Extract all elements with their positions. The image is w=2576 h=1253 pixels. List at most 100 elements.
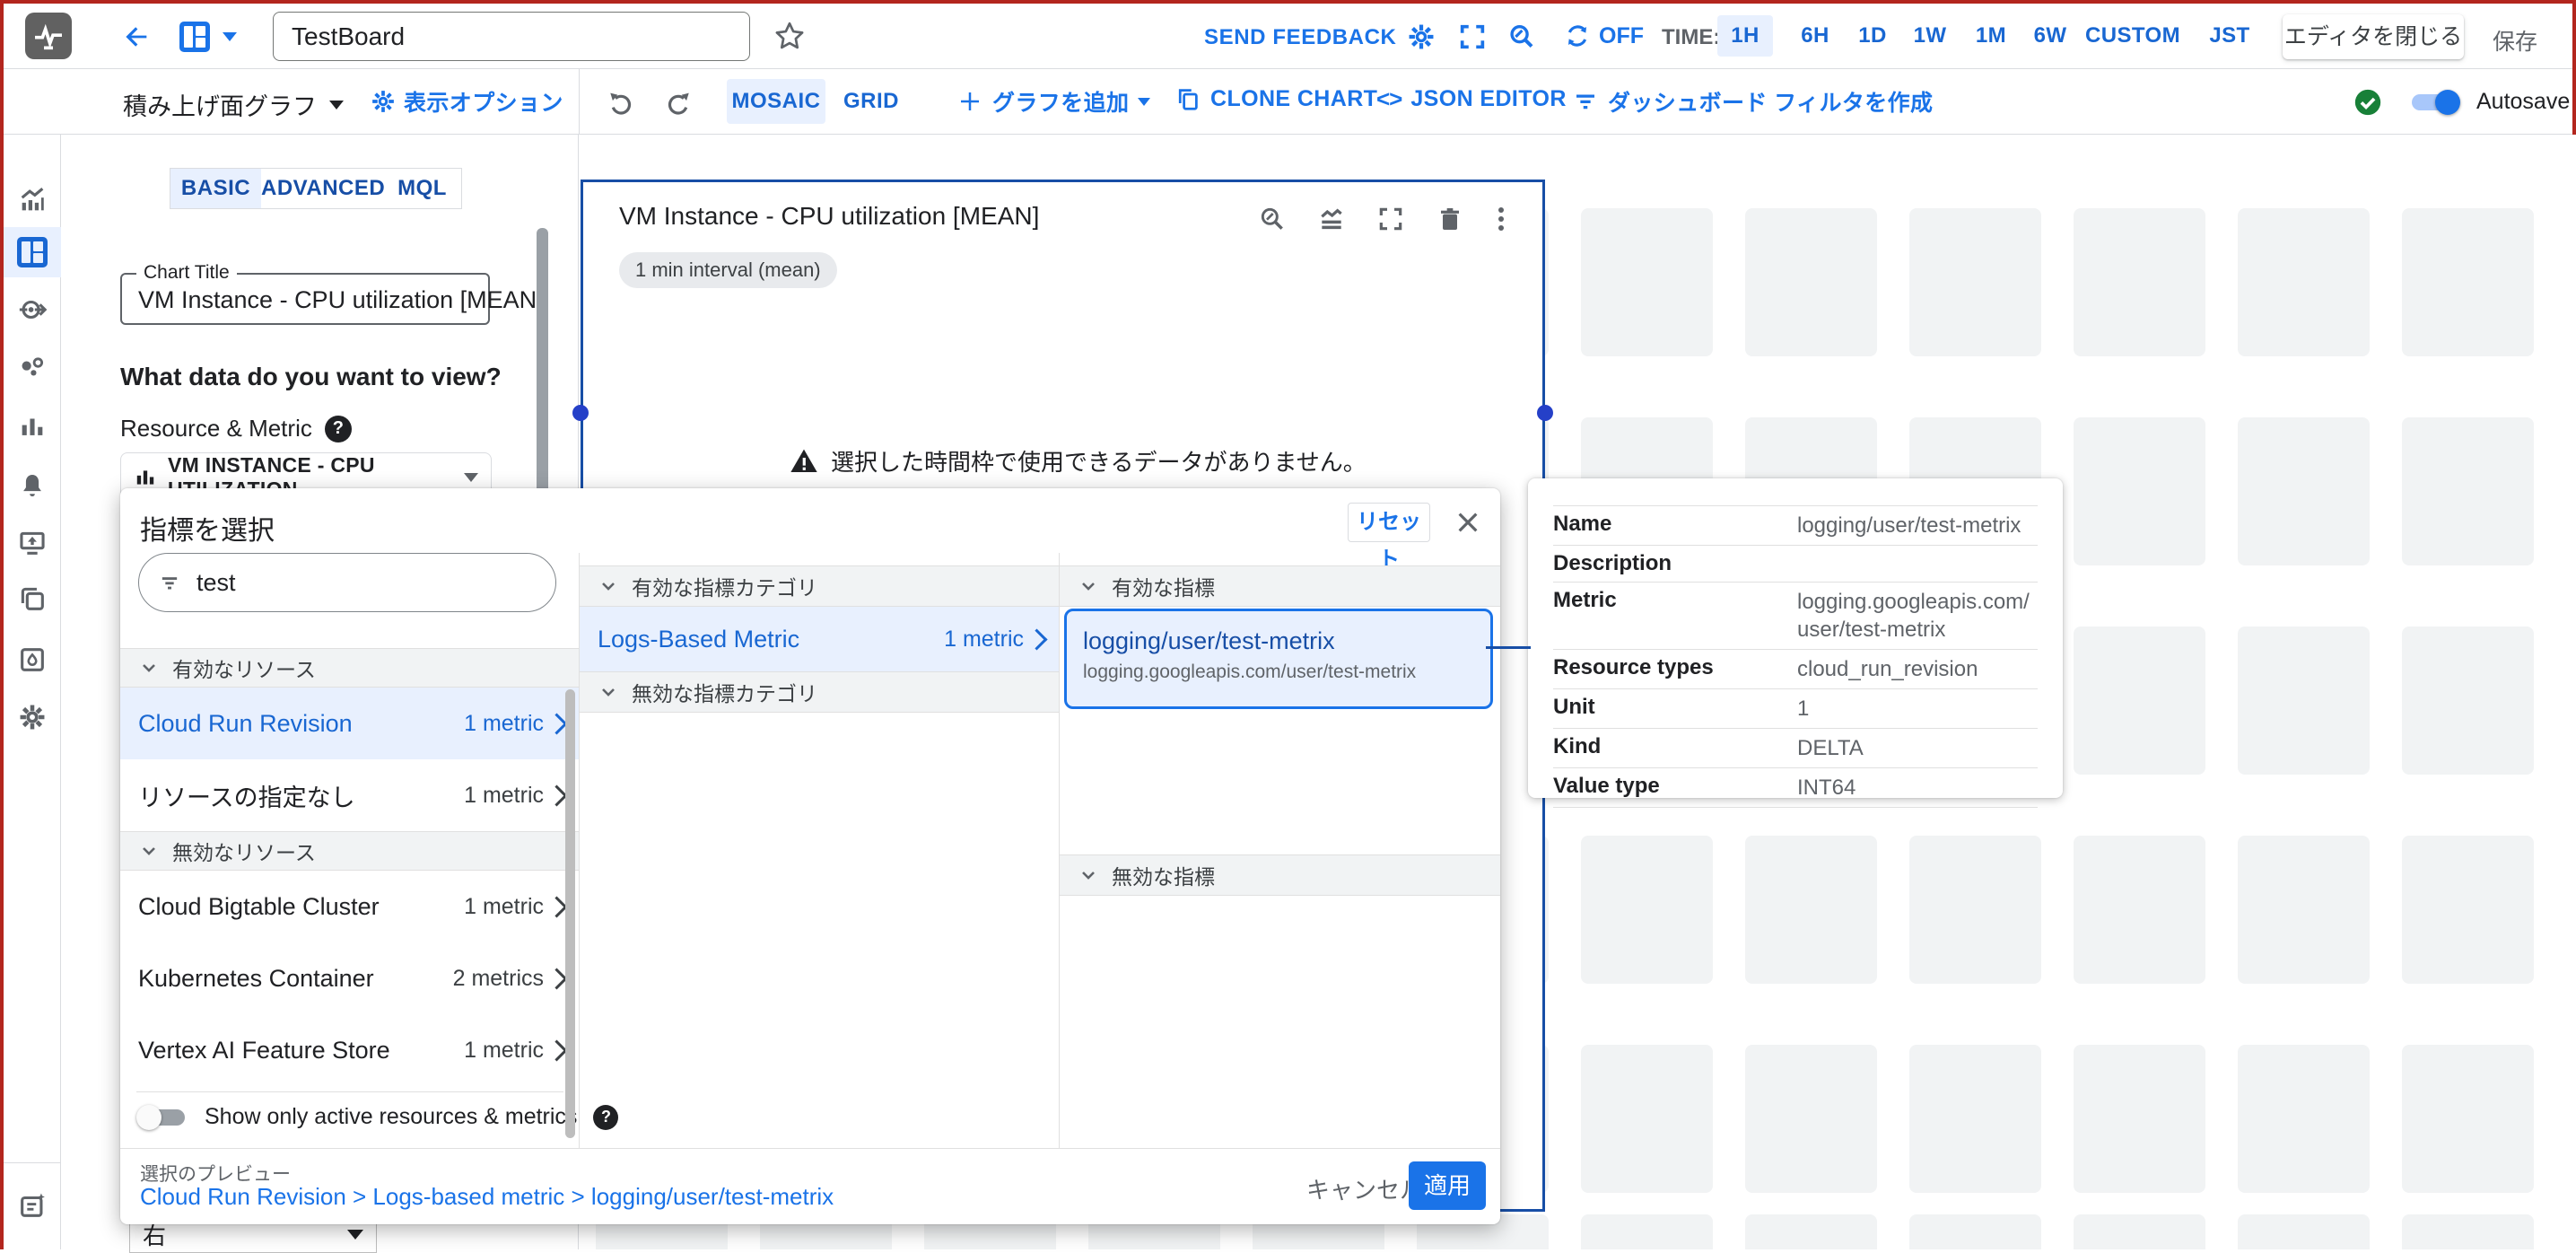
no-data-warning: 選択した時間枠で使用できるデータがありません。: [790, 444, 1367, 478]
chart-resize-handle-right[interactable]: [1537, 405, 1553, 421]
chart-inspect-icon[interactable]: [1258, 205, 1287, 233]
resource-row-no-resource[interactable]: リソースの指定なし 1 metric: [120, 759, 579, 831]
sidebar-item-incidents[interactable]: [4, 635, 61, 685]
json-editor-button[interactable]: <> JSON EDITOR: [1376, 85, 1567, 113]
close-icon[interactable]: [1454, 508, 1482, 537]
chart-resize-handle-left[interactable]: [572, 405, 589, 421]
board-name-input[interactable]: [273, 12, 750, 61]
fullscreen-icon[interactable]: [1376, 205, 1405, 233]
view-mosaic-button[interactable]: MOSAIC: [727, 79, 825, 124]
selection-preview-bar: 選択のプレビュー Cloud Run Revision > Logs-based…: [120, 1148, 1500, 1224]
redo-icon[interactable]: [664, 89, 693, 118]
autosave-toggle[interactable]: [2408, 90, 2460, 115]
zoom-edit-icon[interactable]: [1506, 22, 1536, 52]
placeholder-tile: [2238, 626, 2370, 775]
chart-title-field[interactable]: Chart Title VM Instance - CPU utilizatio…: [120, 262, 544, 325]
detail-row-kind: Kind DELTA: [1553, 728, 2038, 767]
clone-chart-button[interactable]: CLONE CHART: [1174, 85, 1377, 112]
show-only-help-icon[interactable]: ?: [593, 1104, 619, 1130]
sidebar-item-release-notes[interactable]: [4, 1180, 61, 1231]
inactive-resources-header[interactable]: 無効なリソース: [120, 831, 579, 871]
active-resources-header[interactable]: 有効なリソース: [120, 648, 579, 688]
placeholder-tile: [2074, 836, 2205, 984]
active-categories-header[interactable]: 有効な指標カテゴリ: [580, 565, 1059, 607]
time-range-1d[interactable]: 1D: [1845, 15, 1900, 57]
placeholder-tile: [1745, 1045, 1877, 1193]
placeholder-tile: [2238, 836, 2370, 984]
more-options-icon[interactable]: [1495, 204, 1507, 234]
placeholder-tile: [2074, 1214, 2205, 1249]
filter-icon: [1576, 94, 1594, 110]
reset-button[interactable]: リセット: [1348, 503, 1430, 572]
add-chart-button[interactable]: グラフを追加: [956, 85, 1151, 118]
sidebar-item-integrations[interactable]: [4, 285, 61, 335]
placeholder-tile: [2402, 417, 2534, 565]
placeholder-tile: [2402, 626, 2534, 775]
metric-row-test-metrix[interactable]: logging/user/test-metrix logging.googlea…: [1064, 609, 1493, 709]
display-options-button[interactable]: 表示オプション: [370, 85, 563, 118]
back-arrow-icon[interactable]: [120, 22, 153, 52]
detail-row-name: Name logging/user/test-metrix: [1553, 505, 2038, 545]
chart-card-title: VM Instance - CPU utilization [MEAN]: [619, 202, 1040, 230]
sidebar-item-metrics-explorer[interactable]: [4, 401, 61, 451]
resource-metric-help-icon[interactable]: ?: [324, 415, 352, 442]
fullscreen-toggle-icon[interactable]: [1457, 22, 1488, 52]
chart-type-icon[interactable]: [1317, 205, 1346, 233]
auto-refresh-state[interactable]: OFF: [1599, 23, 1644, 49]
code-icon: <>: [1376, 85, 1402, 112]
send-feedback-button[interactable]: SEND FEEDBACK: [1204, 25, 1396, 50]
monitoring-logo: [25, 13, 72, 59]
metric-search-input[interactable]: test: [138, 553, 556, 612]
interval-chip[interactable]: 1 min interval (mean): [619, 252, 837, 288]
show-only-active-toggle[interactable]: [136, 1104, 188, 1130]
uptime-monitor-icon: [20, 531, 45, 555]
save-button[interactable]: 保存: [2493, 24, 2537, 57]
sidebar-item-services[interactable]: [4, 342, 61, 392]
inactive-metrics-header[interactable]: 無効な指標: [1060, 854, 1500, 896]
apply-button[interactable]: 適用: [1409, 1161, 1486, 1210]
active-metrics-header[interactable]: 有効な指標: [1060, 565, 1500, 607]
sidebar-item-dashboards[interactable]: [4, 227, 61, 277]
sidebar-item-metrics[interactable]: [4, 175, 61, 225]
delete-icon[interactable]: [1436, 205, 1464, 233]
chart-title-field-value[interactable]: VM Instance - CPU utilization [MEAN]: [138, 286, 544, 314]
resource-row-cloud-run-revision[interactable]: Cloud Run Revision 1 metric: [120, 688, 579, 759]
editor-toolbar: 積み上げ面グラフ 表示オプション MOSAIC GRID グラフを追加 CLON…: [4, 69, 2572, 135]
settings-gear-icon[interactable]: [1406, 22, 1436, 52]
resource-row-cloud-bigtable[interactable]: Cloud Bigtable Cluster 1 metric: [120, 871, 579, 942]
star-icon[interactable]: [773, 20, 806, 52]
time-range-6h[interactable]: 6H: [1787, 15, 1843, 57]
layout-caret-icon[interactable]: [223, 32, 237, 41]
resource-list-scrollbar[interactable]: [565, 689, 575, 1138]
chevron-down-icon: [602, 688, 615, 697]
sidebar-item-alerting[interactable]: [4, 460, 61, 511]
view-grid-button[interactable]: GRID: [843, 89, 899, 114]
undo-icon[interactable]: [607, 89, 635, 118]
preview-path-link[interactable]: Cloud Run Revision > Logs-based metric >…: [140, 1183, 834, 1211]
create-dashboard-filter-button[interactable]: ダッシュボード フィルタを作成: [1572, 85, 1933, 118]
auto-refresh-icon[interactable]: [1563, 22, 1592, 50]
dashboard-layout-icon[interactable]: [179, 22, 210, 52]
tab-advanced[interactable]: ADVANCED: [261, 169, 385, 208]
placeholder-tile: [1745, 1214, 1877, 1249]
timezone-button[interactable]: JST: [2200, 15, 2259, 57]
cancel-button[interactable]: キャンセル: [1306, 1172, 1423, 1205]
chart-type-dropdown[interactable]: 積み上げ面グラフ: [123, 87, 344, 122]
time-range-1m[interactable]: 1M: [1963, 15, 2019, 57]
time-range-1h[interactable]: 1H: [1717, 15, 1773, 57]
tab-basic[interactable]: BASIC: [170, 169, 261, 208]
sidebar-item-settings[interactable]: [4, 692, 61, 742]
tab-mql[interactable]: MQL: [383, 169, 461, 208]
resource-row-vertex-ai-feature-store[interactable]: Vertex AI Feature Store 1 metric: [120, 1014, 579, 1086]
chevron-down-icon: [143, 664, 155, 672]
time-range-6w[interactable]: 6W: [2022, 15, 2078, 57]
close-editor-button[interactable]: エディタを閉じる: [2283, 14, 2464, 59]
sidebar-item-groups[interactable]: [4, 574, 61, 624]
sidebar-item-uptime-checks[interactable]: [4, 518, 61, 568]
time-range-custom[interactable]: CUSTOM: [2083, 15, 2182, 57]
inactive-categories-header[interactable]: 無効な指標カテゴリ: [580, 671, 1059, 713]
time-range-1w[interactable]: 1W: [1902, 15, 1958, 57]
resource-row-kubernetes-container[interactable]: Kubernetes Container 2 metrics: [120, 942, 579, 1014]
trend-chart-icon: [21, 188, 44, 211]
category-row-logs-based-metric[interactable]: Logs-Based Metric 1 metric: [580, 607, 1059, 671]
